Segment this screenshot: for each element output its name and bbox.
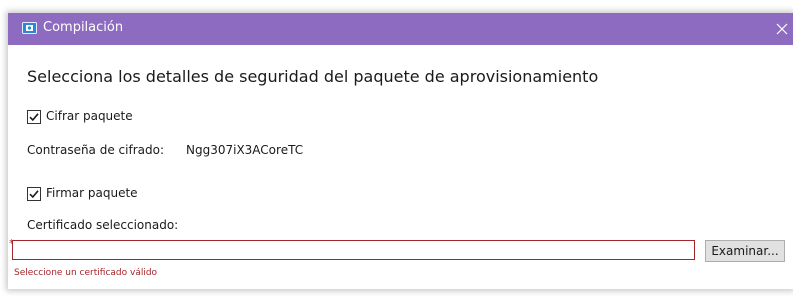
encryption-password-value: Ngg307iX3ACoreTC xyxy=(186,143,304,157)
checkmark-icon xyxy=(29,190,39,199)
selected-certificate-label: Certificado seleccionado: xyxy=(27,218,179,232)
title-bar: Compilación xyxy=(8,13,793,45)
certificate-input[interactable] xyxy=(12,240,695,260)
sign-package-checkbox[interactable] xyxy=(27,187,41,201)
sign-package-label[interactable]: Firmar paquete xyxy=(46,186,138,201)
close-icon[interactable] xyxy=(774,21,790,37)
browse-button[interactable]: Examinar... xyxy=(705,240,785,262)
package-icon xyxy=(22,22,37,34)
encryption-password-label: Contraseña de cifrado: xyxy=(27,143,164,157)
window-title: Compilación xyxy=(43,20,124,35)
page-heading: Selecciona los detalles de seguridad del… xyxy=(27,67,599,86)
encrypt-package-checkbox[interactable] xyxy=(27,110,41,124)
compilation-dialog: Compilación Selecciona los detalles de s… xyxy=(8,13,793,289)
encrypt-package-label[interactable]: Cifrar paquete xyxy=(46,109,133,124)
certificate-error-message: Seleccione un certificado válido xyxy=(14,268,158,278)
checkmark-icon xyxy=(29,113,39,122)
